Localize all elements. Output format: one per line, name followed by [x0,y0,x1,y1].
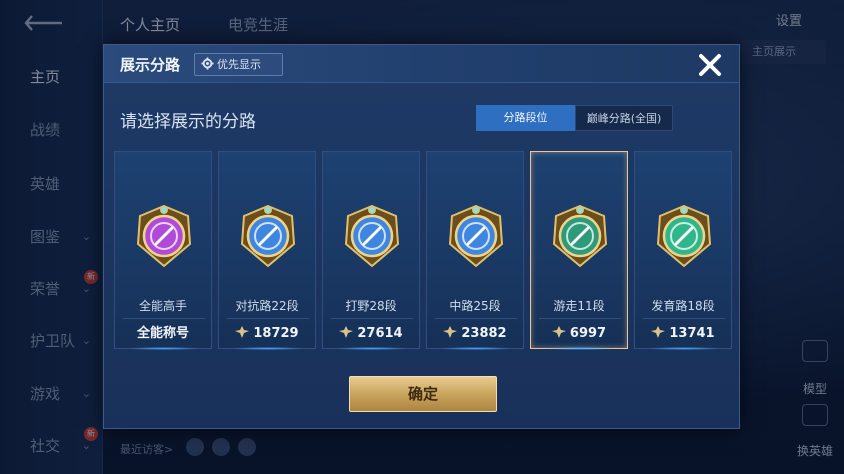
lane-rank-label: 打野28段 [345,299,397,313]
mid-lane-emblem-icon [448,204,504,268]
rank-points-icon [651,326,666,338]
footer-glow [233,347,303,350]
card-divider [227,318,309,319]
lane-card[interactable]: 游走11段 6997 [530,151,628,350]
footer-glow [129,347,199,350]
lane-card[interactable]: 打野28段 27614 [322,151,420,350]
lane-card-footer: 全能称号 [115,322,211,350]
priority-display-label: 优先显示 [217,58,261,71]
card-divider [123,318,205,319]
card-divider [539,318,621,319]
jungle-emblem-icon [344,204,400,268]
lane-score: 27614 [357,326,403,341]
lane-card[interactable]: 发育路18段 13741 [634,151,732,350]
footer-glow [545,347,615,350]
lane-score: 全能称号 [136,326,189,341]
card-divider [643,318,725,319]
lane-card-footer: 23882 [427,322,523,350]
gear-icon [201,57,214,70]
lane-score: 6997 [569,326,607,341]
tab-peak-lane[interactable]: 巅峰分路(全国) [575,105,673,131]
all-round-emblem-icon [136,204,192,268]
lane-score: 13741 [669,326,715,341]
lane-card-list: 全能高手 全能称号 对抗路22段 18729 打野28段 27614 中路25段 23882 游… [114,151,734,351]
priority-display-button[interactable]: 优先显示 [194,53,283,76]
rank-points-icon [235,326,250,338]
lane-rank-label: 游走11段 [553,299,605,313]
card-divider [331,318,413,319]
lane-card[interactable]: 全能高手 全能称号 [114,151,212,350]
rank-points-icon [443,326,458,338]
lane-card-footer: 18729 [219,322,315,350]
card-divider [435,318,517,319]
lane-rank-label: 全能高手 [138,299,187,313]
lane-rank-label: 发育路18段 [651,299,715,313]
footer-glow [441,347,511,350]
tab-lane-rank[interactable]: 分路段位 [476,105,575,131]
roam-emblem-icon [552,204,608,268]
footer-glow [649,347,719,350]
dialog-header: 展示分路 优先显示 [104,45,739,83]
lane-score: 18729 [253,326,299,341]
lane-card[interactable]: 对抗路22段 18729 [218,151,316,350]
footer-glow [337,347,407,350]
lane-card[interactable]: 中路25段 23882 [426,151,524,350]
rank-points-icon [551,326,566,338]
clash-lane-emblem-icon [240,204,296,268]
confirm-button[interactable]: 确定 [349,376,497,412]
farm-lane-emblem-icon [656,204,712,268]
lane-display-dialog: 展示分路 优先显示 请选择展示的分路 分路段位 巅峰分路(全国) 全能高手全能称… [103,44,740,429]
dialog-title: 展示分路 [120,56,181,74]
lane-card-footer: 27614 [323,322,419,350]
lane-card-footer: 13741 [635,322,731,350]
lane-score: 23882 [461,326,507,341]
lane-card-footer: 6997 [531,322,627,350]
dialog-subtitle: 请选择展示的分路 [120,112,256,132]
rank-points-icon [339,326,354,338]
lane-rank-label: 中路25段 [449,299,501,313]
lane-rank-label: 对抗路22段 [235,299,299,313]
close-icon[interactable] [695,50,725,80]
